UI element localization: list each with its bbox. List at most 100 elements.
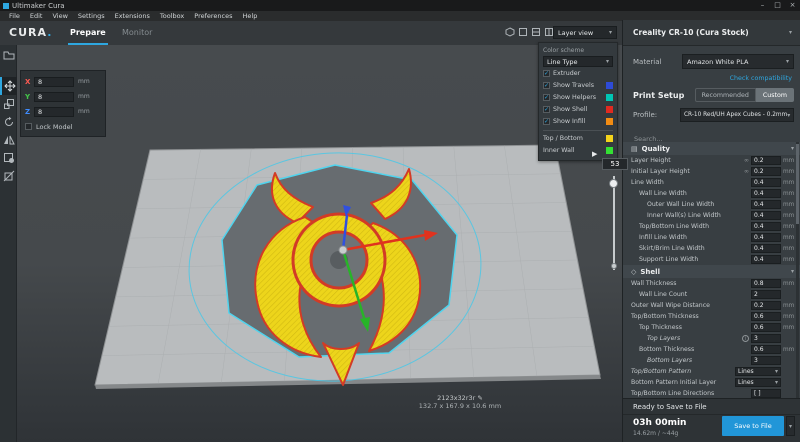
color-scheme-dropdown[interactable]: Line Type ▾ <box>543 56 613 67</box>
per-model-settings-button[interactable] <box>0 149 17 167</box>
setting-value-field[interactable]: [ ] <box>751 389 781 398</box>
setting-value-field[interactable]: 0.4 <box>751 244 781 253</box>
show-travels-checkbox[interactable]: ✓ <box>543 82 550 89</box>
view-preset-3d-icon[interactable] <box>505 27 515 37</box>
setting-value-field[interactable]: 0.2 <box>751 301 781 310</box>
lock-model-checkbox[interactable] <box>25 123 32 130</box>
tab-prepare[interactable]: Prepare <box>70 28 106 37</box>
setting-row[interactable]: Bottom Thickness 0.6 mm <box>623 344 800 355</box>
setting-row[interactable]: Wall Line Count 2 <box>623 289 800 300</box>
move-tool-button[interactable] <box>0 77 17 95</box>
setting-row[interactable]: Outer Wall Wipe Distance 0.2 mm <box>623 300 800 311</box>
setting-row[interactable]: Support Line Width 0.4 mm <box>623 254 800 265</box>
current-layer-value[interactable]: 53 <box>602 158 628 170</box>
setting-row[interactable]: Skirt/Brim Line Width 0.4 mm <box>623 243 800 254</box>
show-shell-row: ✓ Show Shell <box>543 104 613 115</box>
category-shell[interactable]: ◇ Shell ▾ <box>623 265 800 278</box>
setting-value-field[interactable]: 0.8 <box>751 279 781 288</box>
menu-extensions[interactable]: Extensions <box>110 11 155 21</box>
setting-value-field[interactable]: 3 <box>751 356 781 365</box>
minimize-button[interactable]: – <box>755 0 770 11</box>
output-device-dropdown[interactable]: ▾ <box>786 416 795 436</box>
setting-value-field[interactable]: 0.4 <box>751 255 781 264</box>
setting-value-field[interactable]: 2 <box>751 290 781 299</box>
show-shell-checkbox[interactable]: ✓ <box>543 106 550 113</box>
settings-scrollbar[interactable] <box>796 142 799 398</box>
menu-file[interactable]: File <box>4 11 25 21</box>
setting-row[interactable]: Bottom Pattern Initial Layer Lines ▾ <box>623 377 800 388</box>
setting-row[interactable]: Wall Line Width 0.4 mm <box>623 188 800 199</box>
close-button[interactable]: × <box>785 0 800 11</box>
show-helpers-checkbox[interactable]: ✓ <box>543 94 550 101</box>
layer-slider-track[interactable] <box>613 176 615 270</box>
viewport-3d[interactable] <box>17 45 622 442</box>
view-preset-front-icon[interactable] <box>518 27 528 37</box>
material-dropdown[interactable]: Amazon White PLA ▾ <box>682 54 794 69</box>
setting-value-field[interactable]: 0.4 <box>751 233 781 242</box>
setting-row[interactable]: Layer Height ∞ 0.2 mm <box>623 155 800 166</box>
setting-row[interactable]: Inner Wall(s) Line Width 0.4 mm <box>623 210 800 221</box>
setting-value-field[interactable]: 0.6 <box>751 312 781 321</box>
y-position-field[interactable]: 8 <box>34 92 74 102</box>
setting-row[interactable]: Bottom Layers 3 <box>623 355 800 366</box>
show-infill-checkbox[interactable]: ✓ <box>543 118 550 125</box>
setting-value-field[interactable]: 0.6 <box>751 323 781 332</box>
menu-view[interactable]: View <box>47 11 72 21</box>
menu-help[interactable]: Help <box>238 11 263 21</box>
setting-select[interactable]: Lines ▾ <box>735 367 781 376</box>
link-icon: ∞ <box>744 168 749 175</box>
extruder-checkbox[interactable]: ✓ <box>543 70 550 77</box>
custom-mode-button[interactable]: Custom <box>756 88 794 102</box>
axis-origin-handle <box>339 246 347 254</box>
menu-edit[interactable]: Edit <box>25 11 48 21</box>
setting-value-field[interactable]: 0.2 <box>751 156 781 165</box>
category-quality[interactable]: ▤ Quality ▾ <box>623 142 800 155</box>
setting-row[interactable]: Top/Bottom Line Width 0.4 mm <box>623 221 800 232</box>
scale-tool-button[interactable] <box>0 95 17 113</box>
setting-value-field[interactable]: 0.4 <box>751 189 781 198</box>
layer-slider-handle-top[interactable] <box>609 179 618 188</box>
tab-monitor[interactable]: Monitor <box>122 28 152 37</box>
menu-toolbox[interactable]: Toolbox <box>155 11 189 21</box>
setting-value-field[interactable]: 0.2 <box>751 167 781 176</box>
check-compatibility-link[interactable]: Check compatibility <box>730 75 792 82</box>
setting-value-field[interactable]: 0.4 <box>751 211 781 220</box>
menu-preferences[interactable]: Preferences <box>189 11 237 21</box>
view-preset-top-icon[interactable] <box>531 27 541 37</box>
maximize-button[interactable]: □ <box>770 0 785 11</box>
setting-value-field[interactable]: 0.4 <box>751 178 781 187</box>
info-icon[interactable]: i <box>742 335 749 342</box>
setting-row[interactable]: Line Width 0.4 mm <box>623 177 800 188</box>
recommended-mode-button[interactable]: Recommended <box>695 88 756 102</box>
chevron-down-icon: ▾ <box>775 379 778 386</box>
setting-row[interactable]: Wall Thickness 0.8 mm <box>623 278 800 289</box>
machine-selector[interactable]: Creality CR-10 (Cura Stock) ▾ <box>623 20 800 46</box>
setting-row[interactable]: Top Thickness 0.6 mm <box>623 322 800 333</box>
setting-row[interactable]: Top/Bottom Line Directions [ ] <box>623 388 800 398</box>
setting-value-field[interactable]: 0.6 <box>751 345 781 354</box>
setting-row[interactable]: Infill Line Width 0.4 mm <box>623 232 800 243</box>
print-setup-row: Print Setup Recommended Custom <box>623 88 800 102</box>
layer-play-button[interactable]: ▶ <box>592 150 597 158</box>
profile-dropdown[interactable]: CR-10 Red/UH Apex Cubes - 0.2mm ▾ <box>680 108 794 122</box>
layer-slider-handle-bottom[interactable] <box>611 263 617 269</box>
x-position-field[interactable]: 8 <box>34 77 74 87</box>
setting-row[interactable]: Top/Bottom Pattern Lines ▾ <box>623 366 800 377</box>
setting-row[interactable]: Initial Layer Height ∞ 0.2 mm <box>623 166 800 177</box>
setting-value-field[interactable]: 3 <box>751 334 781 343</box>
setting-row[interactable]: Top Layers i 3 <box>623 333 800 344</box>
z-position-field[interactable]: 8 <box>34 107 74 117</box>
setting-value-field[interactable]: 0.4 <box>751 222 781 231</box>
setting-value-field[interactable]: 0.4 <box>751 200 781 209</box>
setting-row[interactable]: Outer Wall Line Width 0.4 mm <box>623 199 800 210</box>
rotate-tool-button[interactable] <box>0 113 17 131</box>
rename-pencil-icon[interactable]: ✎ <box>477 394 482 402</box>
save-to-file-button[interactable]: Save to File <box>722 416 784 436</box>
open-file-button[interactable] <box>0 45 17 63</box>
menu-settings[interactable]: Settings <box>73 11 110 21</box>
mirror-tool-button[interactable] <box>0 131 17 149</box>
support-blocker-button[interactable] <box>0 167 17 185</box>
view-mode-dropdown[interactable]: Layer view ▾ <box>553 26 617 39</box>
setting-select[interactable]: Lines ▾ <box>735 378 781 387</box>
setting-row[interactable]: Top/Bottom Thickness 0.6 mm <box>623 311 800 322</box>
